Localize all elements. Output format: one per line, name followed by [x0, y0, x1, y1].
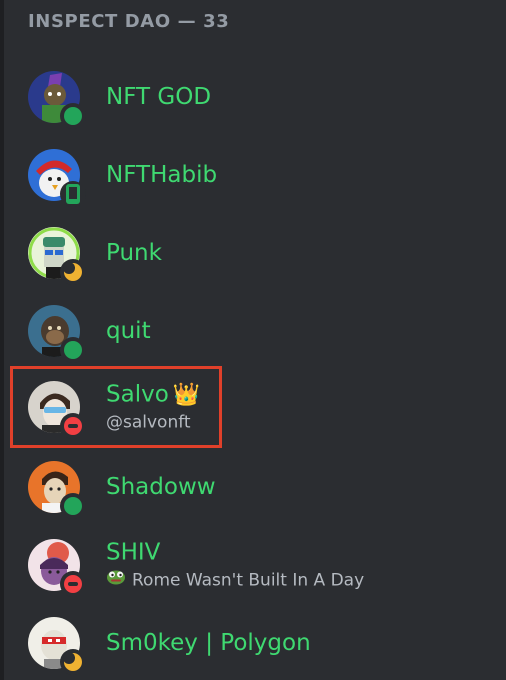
member-item-shiv[interactable]: SHIV Rome Wasn't Built In A Day — [10, 528, 490, 602]
idle-status-icon — [60, 259, 86, 285]
panel-edge — [0, 0, 4, 680]
avatar-wrap — [28, 539, 86, 597]
dnd-status-icon — [60, 413, 86, 439]
crown-icon: 👑 — [172, 382, 201, 408]
member-item-sm0key[interactable]: Sm0key | Polygon — [10, 606, 490, 680]
member-name: Sm0key | Polygon — [106, 630, 311, 656]
member-subtext: @salvonft — [106, 411, 200, 435]
member-item-nfthabib[interactable]: NFTHabib — [10, 138, 490, 212]
member-item-quit[interactable]: quit — [10, 294, 490, 368]
avatar-wrap — [28, 461, 86, 519]
mobile-status-icon — [60, 181, 86, 207]
member-name: SHIV — [106, 539, 161, 566]
avatar-wrap — [28, 227, 86, 285]
member-group-header: INSPECT DAO — 33 — [28, 11, 230, 32]
online-status-icon — [60, 493, 86, 519]
member-name-row: Salvo 👑 — [106, 380, 200, 411]
pepe-emoji-icon — [106, 568, 126, 593]
member-name: NFT GOD — [106, 84, 212, 110]
avatar-wrap — [28, 305, 86, 363]
member-name: NFTHabib — [106, 162, 218, 188]
member-name: Punk — [106, 240, 162, 266]
member-item-salvo[interactable]: Salvo 👑 @salvonft — [10, 370, 490, 444]
avatar-wrap — [28, 71, 86, 129]
member-activity: Rome Wasn't Built In A Day — [106, 568, 364, 593]
member-item-shadoww[interactable]: Shadoww — [10, 450, 490, 524]
member-username: @salvonft — [106, 412, 191, 433]
dnd-status-icon — [60, 571, 86, 597]
member-list-panel: INSPECT DAO — 33 NFT GOD NFTHabib Punk q… — [0, 0, 506, 680]
member-item-punk[interactable]: Punk — [10, 216, 490, 290]
avatar-wrap — [28, 149, 86, 207]
avatar-wrap — [28, 381, 86, 439]
member-item-nft-god[interactable]: NFT GOD — [10, 60, 490, 134]
online-status-icon — [60, 337, 86, 363]
member-name: quit — [106, 318, 151, 344]
avatar-wrap — [28, 617, 86, 675]
custom-status-text: Rome Wasn't Built In A Day — [132, 570, 365, 590]
member-name: Salvo — [106, 381, 169, 408]
online-status-icon — [60, 103, 86, 129]
member-name: Shadoww — [106, 474, 216, 500]
idle-status-icon — [60, 649, 86, 675]
